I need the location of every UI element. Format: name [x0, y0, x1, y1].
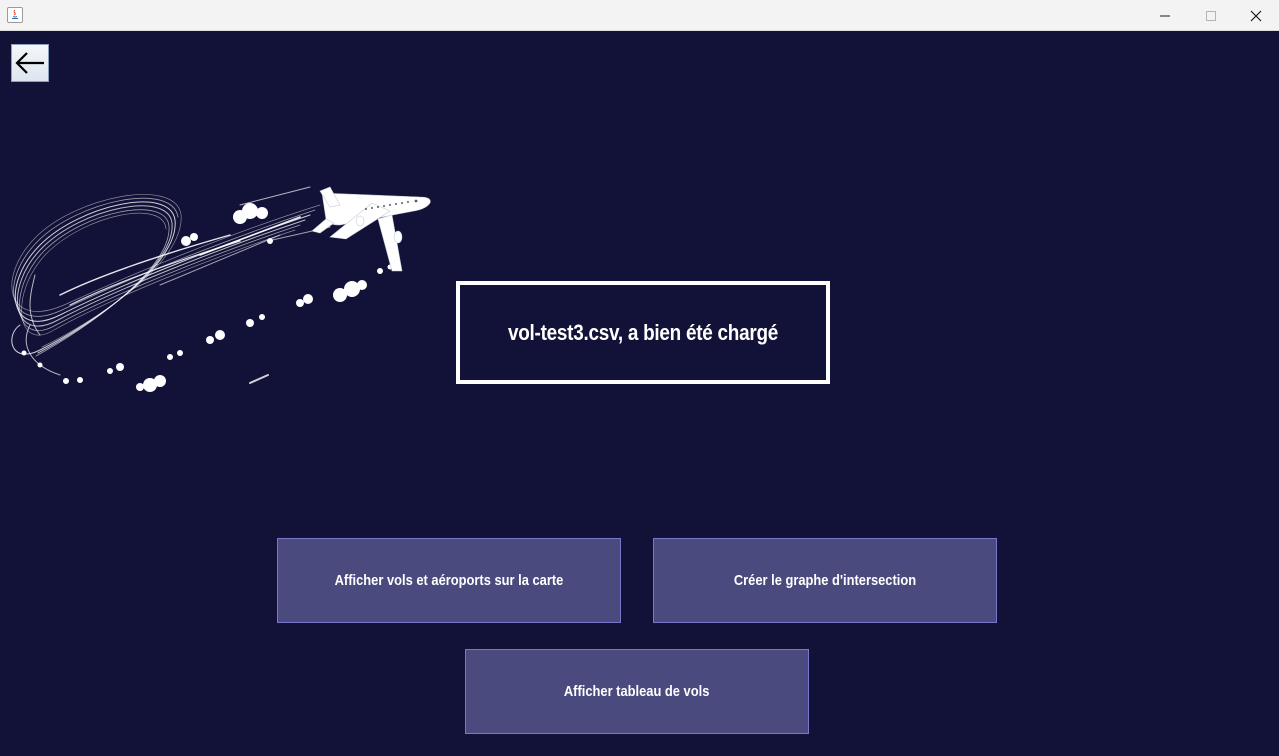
arrow-left-icon	[15, 52, 44, 74]
status-message-box: vol-test3.csv, a bien été chargé	[456, 281, 830, 384]
show-table-button[interactable]: Afficher tableau de vols	[465, 649, 809, 734]
close-button[interactable]	[1233, 0, 1279, 31]
show-table-label: Afficher tableau de vols	[564, 683, 710, 700]
minimize-button[interactable]	[1142, 0, 1188, 31]
status-message: vol-test3.csv, a bien été chargé	[507, 319, 779, 345]
java-app-icon	[7, 7, 23, 23]
minimize-icon	[1160, 15, 1170, 16]
title-bar	[0, 0, 1279, 31]
maximize-icon	[1206, 10, 1216, 21]
maximize-button[interactable]	[1188, 0, 1234, 31]
app-window: vol-test3.csv, a bien été chargé Affiche…	[0, 0, 1279, 756]
airplane-illustration	[11, 186, 431, 392]
close-icon	[1250, 10, 1262, 21]
show-map-button[interactable]: Afficher vols et aéroports sur la carte	[277, 538, 621, 623]
back-button[interactable]	[11, 44, 49, 82]
show-map-label: Afficher vols et aéroports sur la carte	[334, 572, 564, 589]
create-graph-button[interactable]: Créer le graphe d'intersection	[653, 538, 997, 623]
create-graph-label: Créer le graphe d'intersection	[733, 572, 917, 589]
